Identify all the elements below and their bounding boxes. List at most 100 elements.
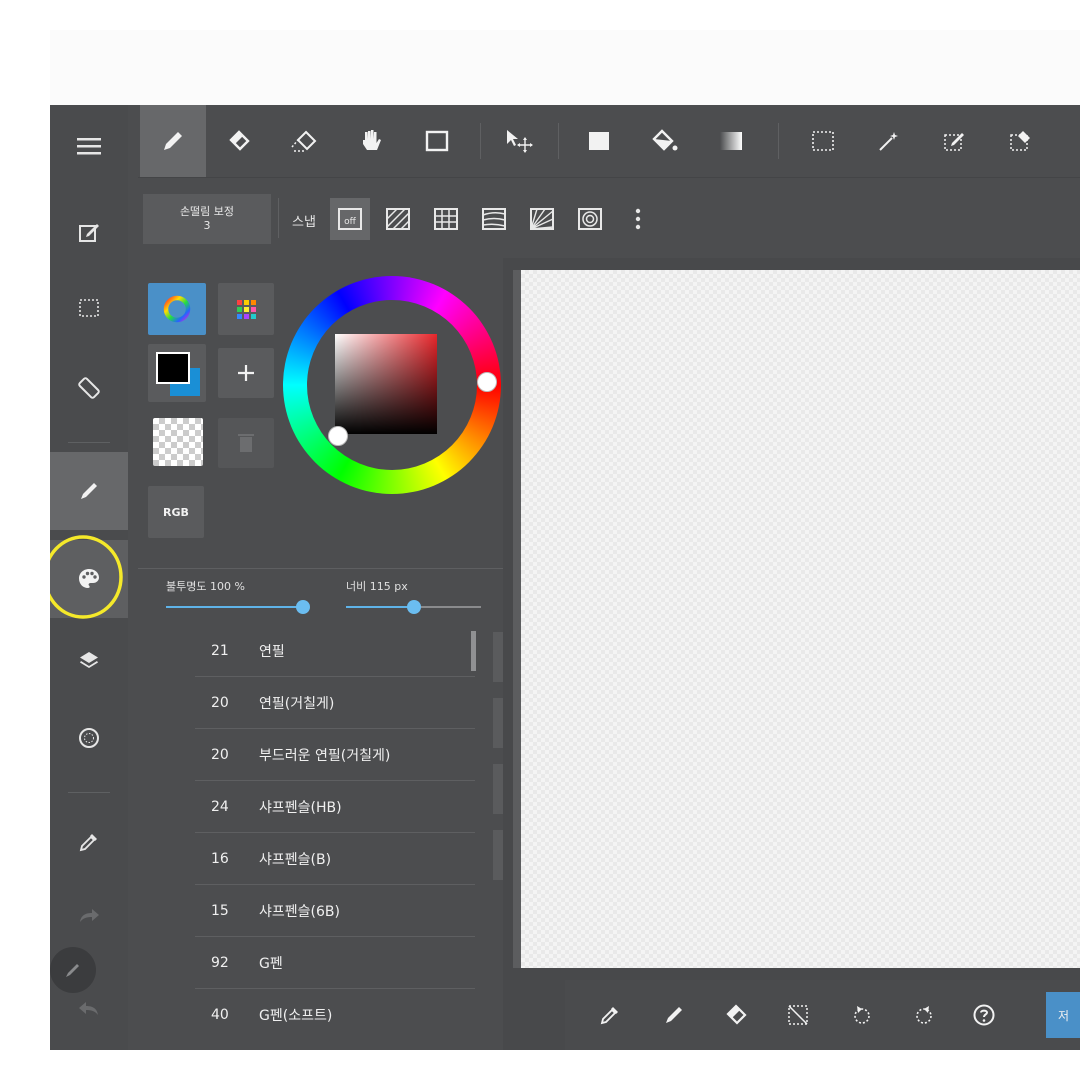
snap-grid-button[interactable]: [426, 198, 466, 240]
edit-note-icon: [79, 224, 99, 242]
pen-icon: [66, 964, 79, 977]
brush-name: G펜(소프트): [259, 1007, 333, 1024]
move-arrow-icon: [507, 130, 533, 153]
canvas-area: 저: [503, 258, 1080, 1050]
brush-item[interactable]: 40 G펜(소프트): [195, 989, 475, 1040]
selection-marquee-icon: [79, 299, 99, 317]
brush-item[interactable]: 92 G펜: [195, 937, 475, 989]
add-color-button[interactable]: [218, 348, 274, 398]
select-pen-tool[interactable]: [922, 105, 988, 177]
next-button[interactable]: 저: [1046, 992, 1080, 1038]
shape-tool[interactable]: [404, 105, 470, 177]
more-vert-icon: [635, 208, 641, 230]
brush-panel-button[interactable]: [50, 452, 128, 530]
brush-name: 샤프펜슬(6B): [259, 903, 340, 920]
rotate-right-button[interactable]: [899, 980, 949, 1050]
width-label: 너비 115 px: [346, 580, 408, 593]
brush-name: 샤프펜슬(HB): [259, 799, 342, 816]
toolbar-divider: [480, 123, 481, 159]
gradient-icon: [720, 132, 742, 150]
redo-button[interactable]: [50, 890, 128, 940]
sv-handle[interactable]: [328, 426, 348, 446]
color-wheel-mode-button[interactable]: [148, 283, 206, 335]
select-tool[interactable]: [790, 105, 856, 177]
edit-button[interactable]: [50, 193, 128, 271]
brush-item[interactable]: 20 연필(거칠게): [195, 677, 475, 729]
brush-options-bar: 손떨림 보정 3 스냅 off: [128, 178, 1080, 258]
blur-eraser-tool[interactable]: [272, 105, 338, 177]
delete-color-button[interactable]: [218, 418, 274, 468]
opacity-label: 불투명도 100 %: [166, 580, 245, 593]
brush-item[interactable]: 20 부드러운 연필(거칠게): [195, 729, 475, 781]
brush-item[interactable]: 16 샤프펜슬(B): [195, 833, 475, 885]
gradient-tool[interactable]: [698, 105, 764, 177]
soft-eraser-icon: [291, 130, 317, 152]
help-button[interactable]: [959, 980, 1009, 1050]
stabilizer-label: 손떨림 보정: [179, 205, 235, 218]
plus-icon: [238, 365, 254, 381]
palette-mode-button[interactable]: [218, 283, 274, 335]
rgb-mode-button[interactable]: RGB: [148, 486, 204, 538]
deselect-button[interactable]: [773, 980, 823, 1050]
rotate-screen-icon: [78, 377, 100, 399]
stabilizer-button[interactable]: 손떨림 보정 3: [143, 194, 271, 244]
rotate-canvas-button[interactable]: [50, 349, 128, 427]
move-tool[interactable]: [486, 105, 552, 177]
snap-label: 스냅: [292, 215, 316, 230]
tool-toolbar: [138, 105, 1080, 178]
magic-wand-tool[interactable]: [856, 105, 922, 177]
color-grid-icon: [237, 300, 256, 319]
opacity-slider-handle[interactable]: [296, 600, 310, 614]
eraser-tool[interactable]: [206, 105, 272, 177]
rotate-right-icon: [916, 1006, 932, 1024]
brush-item[interactable]: 15 샤프펜슬(6B): [195, 885, 475, 937]
width-slider-handle[interactable]: [407, 600, 421, 614]
snap-radial-button[interactable]: [522, 198, 562, 240]
selection-button[interactable]: [50, 269, 128, 347]
floating-pen-button[interactable]: [50, 947, 96, 993]
brush-size: 40: [211, 1006, 229, 1023]
hue-ring[interactable]: [283, 276, 501, 494]
snap-circle-button[interactable]: [570, 198, 610, 240]
material-button[interactable]: [50, 699, 128, 777]
select-eraser-tool[interactable]: [988, 105, 1054, 177]
brush-item[interactable]: 24 샤프펜슬(HB): [195, 781, 475, 833]
drawing-canvas[interactable]: [521, 270, 1080, 968]
hue-handle[interactable]: [477, 372, 497, 392]
panel-divider: [138, 568, 503, 569]
bottom-eyedropper-button[interactable]: [585, 980, 635, 1050]
width-fill: [346, 606, 414, 608]
curve-lines-icon: [482, 208, 506, 230]
menu-button[interactable]: [50, 107, 128, 185]
saturation-value-square[interactable]: [335, 334, 437, 434]
panel-resize-edge[interactable]: [513, 270, 521, 968]
brush-item[interactable]: 21 연필: [195, 625, 475, 677]
snap-parallel-button[interactable]: [378, 198, 418, 240]
snap-curve-button[interactable]: [474, 198, 514, 240]
transparent-color-swatch[interactable]: [153, 418, 203, 466]
top-status-strip: [50, 30, 1080, 105]
brush-list-scrollbar[interactable]: [471, 631, 476, 671]
eyedropper-button[interactable]: [50, 803, 128, 881]
hand-tool[interactable]: [338, 105, 404, 177]
snap-off-button[interactable]: off: [330, 198, 370, 240]
pen-icon: [164, 132, 182, 150]
globe-grid-icon: [79, 728, 99, 748]
brush-name: 연필: [259, 643, 285, 660]
eyedropper-icon: [600, 1007, 618, 1025]
bucket-tool[interactable]: [632, 105, 698, 177]
rotate-left-icon: [854, 1006, 870, 1024]
toolbar-divider: [778, 123, 779, 159]
layers-button[interactable]: [50, 621, 128, 699]
current-colors[interactable]: [148, 344, 206, 402]
brush-name: 샤프펜슬(B): [259, 851, 332, 868]
paint-bucket-icon: [652, 129, 678, 151]
pen-tool[interactable]: [140, 105, 206, 177]
bottom-eraser-button[interactable]: [711, 980, 761, 1050]
bottom-pen-button[interactable]: [649, 980, 699, 1050]
fill-rect-tool[interactable]: [566, 105, 632, 177]
color-ring-icon: [163, 295, 191, 323]
rotate-left-button[interactable]: [837, 980, 887, 1050]
selection-eraser-icon: [1010, 131, 1030, 151]
more-options-button[interactable]: [628, 198, 648, 240]
